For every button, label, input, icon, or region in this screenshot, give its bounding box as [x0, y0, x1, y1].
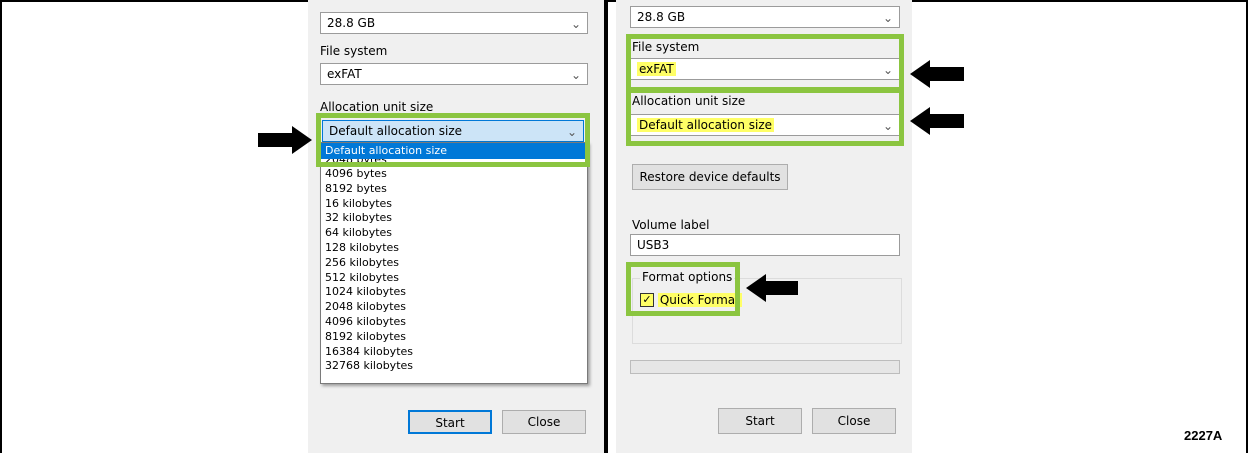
dropdown-options: 4096 bytes 8192 bytes 16 kilobytes 32 kilob… — [325, 167, 583, 374]
arrow-left-icon — [910, 60, 964, 88]
arrow-left-icon — [910, 107, 964, 135]
dropdown-option[interactable]: 4096 kilobytes — [325, 315, 583, 330]
allocation-dropdown-list[interactable]: Default allocation size 2048 bytes 4096 … — [320, 142, 588, 384]
dropdown-option[interactable]: 32768 kilobytes — [325, 359, 583, 374]
panel-divider — [604, 0, 608, 453]
dropdown-option[interactable]: 16384 kilobytes — [325, 345, 583, 360]
volume-label-input[interactable]: USB3 — [630, 234, 900, 256]
volume-value: USB3 — [637, 238, 670, 252]
allocation-label: Allocation unit size — [320, 100, 434, 114]
file-system-label: File system — [320, 44, 388, 58]
highlight-format-options — [626, 262, 740, 316]
highlight-file-system-right — [626, 34, 904, 92]
arrow-left-icon — [746, 274, 798, 302]
capacity-select[interactable]: 28.8 GB ⌄ — [320, 12, 588, 34]
progress-bar — [630, 360, 900, 374]
dropdown-option[interactable]: 1024 kilobytes — [325, 285, 583, 300]
volume-label: Volume label — [632, 218, 710, 232]
dropdown-option[interactable]: 2048 kilobytes — [325, 300, 583, 315]
dropdown-option[interactable]: 256 kilobytes — [325, 256, 583, 271]
dropdown-option[interactable]: 32 kilobytes — [325, 211, 583, 226]
dropdown-option[interactable]: 8192 kilobytes — [325, 330, 583, 345]
dropdown-option[interactable]: 64 kilobytes — [325, 226, 583, 241]
dropdown-option[interactable]: 8192 bytes — [325, 182, 583, 197]
right-start-button[interactable]: Start — [718, 408, 802, 434]
capacity-value: 28.8 GB — [327, 16, 376, 30]
chevron-down-icon: ⌄ — [570, 17, 581, 31]
chevron-down-icon: ⌄ — [882, 11, 893, 25]
dropdown-option[interactable]: 512 kilobytes — [325, 271, 583, 286]
dropdown-option[interactable]: 128 kilobytes — [325, 241, 583, 256]
dropdown-option[interactable]: 16 kilobytes — [325, 197, 583, 212]
highlight-allocation-left — [316, 113, 590, 167]
right-close-button[interactable]: Close — [812, 408, 896, 434]
dropdown-option[interactable]: 4096 bytes — [325, 167, 583, 182]
highlight-allocation-right — [626, 88, 904, 146]
capacity-select-right[interactable]: 28.8 GB ⌄ — [630, 6, 900, 28]
file-system-value: exFAT — [327, 67, 362, 81]
restore-defaults-button[interactable]: Restore device defaults — [632, 164, 788, 190]
figure-id: 2227A — [1184, 428, 1223, 443]
file-system-select[interactable]: exFAT ⌄ — [320, 63, 588, 85]
left-close-button[interactable]: Close — [502, 410, 586, 434]
chevron-down-icon: ⌄ — [570, 68, 581, 82]
left-start-button[interactable]: Start — [408, 410, 492, 434]
arrow-right-icon — [258, 126, 312, 154]
capacity-value-right: 28.8 GB — [637, 10, 686, 24]
